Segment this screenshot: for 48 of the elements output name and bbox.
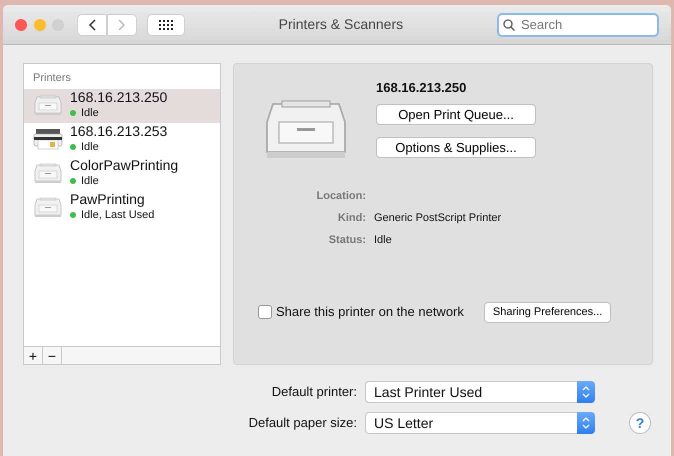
printer-name: 168.16.213.253 bbox=[70, 122, 168, 139]
dropdown-select[interactable]: Last Printer Used bbox=[365, 381, 595, 403]
printer-list-item[interactable]: PawPrinting Idle, Last Used bbox=[24, 190, 220, 224]
add-button[interactable]: + bbox=[24, 347, 43, 364]
printer-status: Idle bbox=[81, 106, 99, 121]
printer-name: PawPrinting bbox=[70, 190, 146, 207]
select-label: Default printer: bbox=[270, 383, 358, 402]
printer-status: Idle, Last Used bbox=[81, 208, 154, 223]
printer-status: Idle bbox=[81, 140, 99, 155]
field-label: Status: bbox=[328, 233, 366, 248]
chevron-left-icon bbox=[88, 18, 96, 30]
share-checkbox[interactable] bbox=[258, 305, 272, 319]
select-label: Default paper size: bbox=[248, 414, 358, 432]
status-dot bbox=[70, 178, 76, 184]
printer-list-item[interactable]: 168.16.213.253 Idle bbox=[24, 122, 220, 156]
status-dot bbox=[70, 212, 76, 218]
field-label: Kind: bbox=[336, 211, 366, 226]
help-button[interactable]: ? bbox=[629, 412, 651, 434]
field-value: Generic PostScript Printer bbox=[373, 211, 502, 226]
grid-icon bbox=[158, 20, 173, 30]
minimize-button[interactable] bbox=[34, 18, 46, 30]
sharing-preferences-button[interactable]: Sharing Preferences... bbox=[484, 302, 612, 322]
action-button[interactable]: Options & Supplies... bbox=[376, 136, 536, 158]
window-title: Printers & Scanners bbox=[278, 15, 404, 34]
back-button[interactable] bbox=[77, 14, 107, 36]
printer-name: 168.16.213.250 bbox=[70, 88, 168, 105]
show-all-button[interactable] bbox=[146, 14, 185, 36]
printer-list-item[interactable]: 168.16.213.250 Idle bbox=[24, 88, 220, 122]
printer-status: Idle bbox=[81, 174, 99, 189]
printer-icon bbox=[32, 195, 64, 219]
printer-list-item[interactable]: ColorPawPrinting Idle bbox=[24, 156, 220, 190]
field-label: Location: bbox=[316, 189, 366, 204]
printer-icon bbox=[32, 161, 64, 185]
status-dot bbox=[70, 144, 76, 150]
remove-button[interactable]: − bbox=[43, 347, 62, 364]
printer-name: ColorPawPrinting bbox=[70, 156, 178, 173]
printer-icon bbox=[32, 93, 64, 117]
status-dot bbox=[70, 110, 76, 116]
checkbox-label: Share this printer on the network bbox=[276, 303, 464, 322]
chevron-right-icon bbox=[118, 18, 126, 30]
printer-icon bbox=[32, 127, 64, 151]
search-field[interactable]: Search bbox=[497, 12, 659, 36]
printer-title: 168.16.213.250 bbox=[376, 79, 466, 97]
action-button[interactable]: Open Print Queue... bbox=[376, 104, 536, 124]
field-value: Idle bbox=[373, 233, 392, 248]
close-button[interactable] bbox=[15, 18, 27, 30]
dropdown-select[interactable]: US Letter bbox=[365, 412, 595, 434]
list-heading: Printers bbox=[32, 71, 72, 86]
